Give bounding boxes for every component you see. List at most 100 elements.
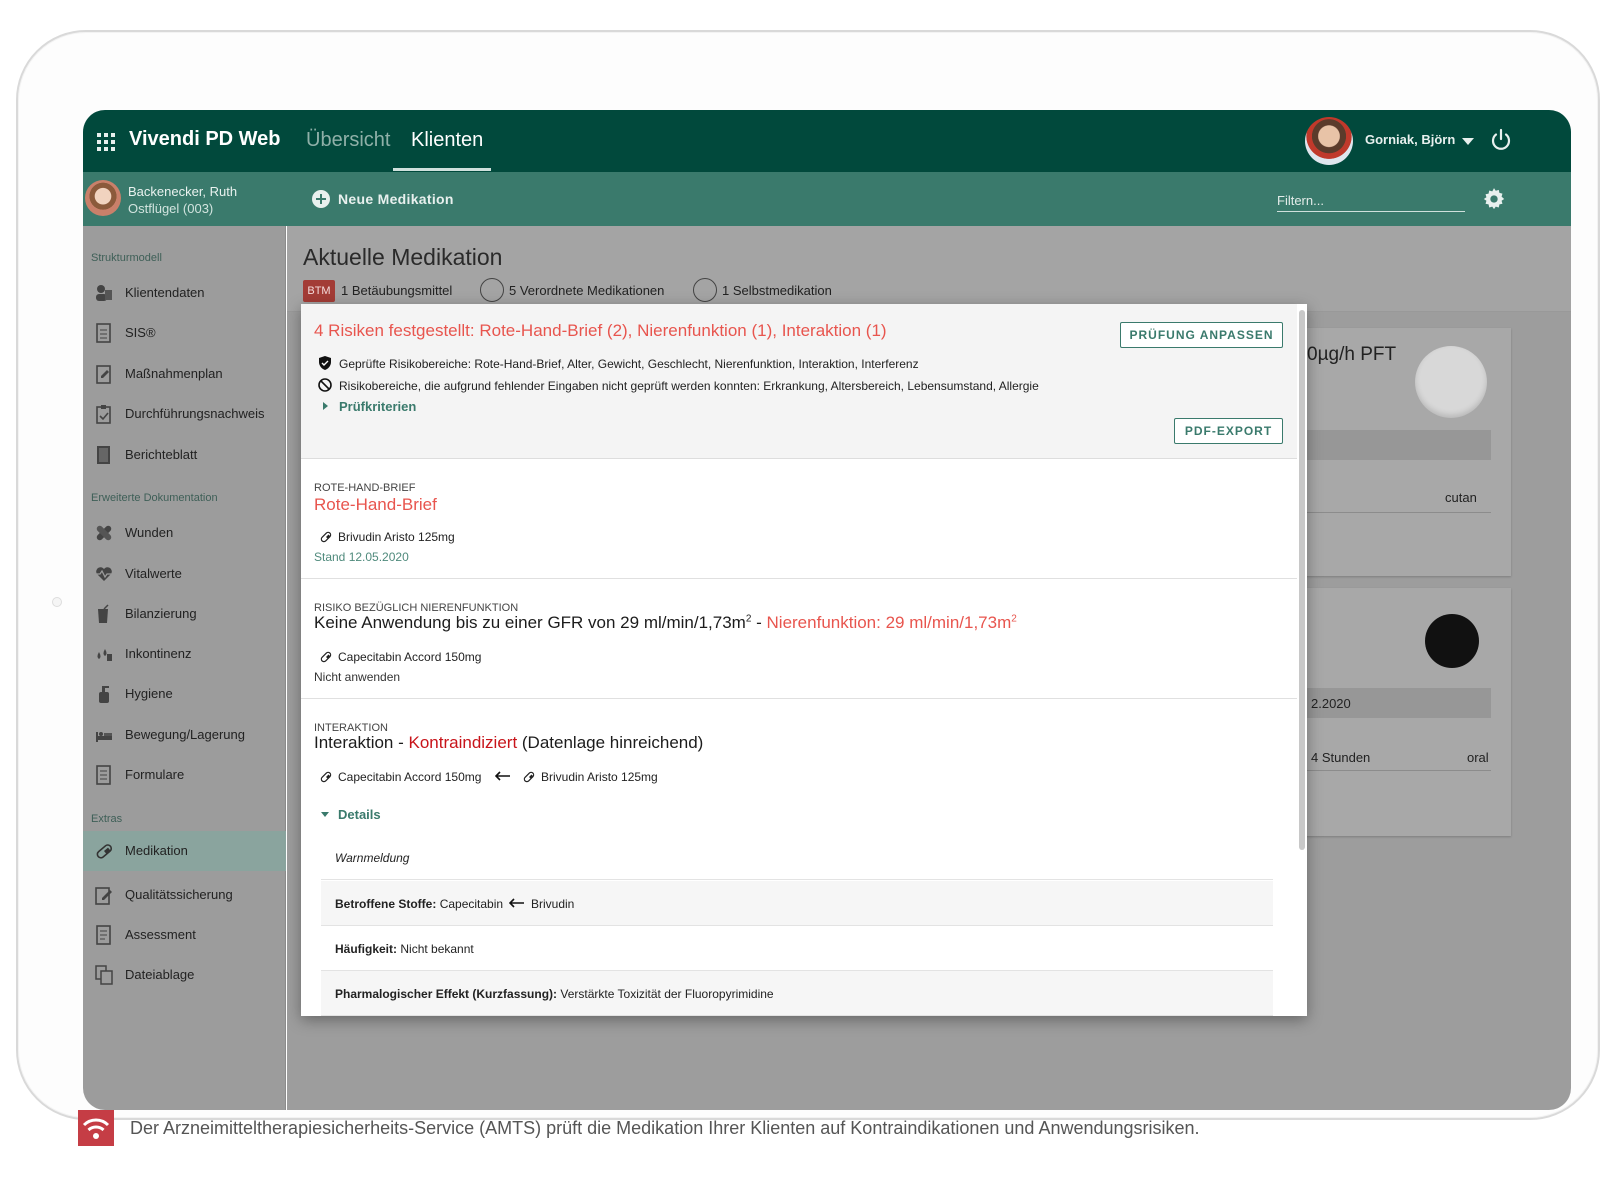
sidebar-item-bewegung-lagerung[interactable]: Bewegung/Lagerung: [83, 715, 286, 755]
detail-value: Capecitabin: [439, 897, 504, 911]
card-divider: [1307, 512, 1491, 513]
patient-unit: Ostflügel (003): [128, 201, 214, 216]
sidebar-item-vitalwerte[interactable]: Vitalwerte: [83, 554, 286, 594]
top-bar: Vivendi PD Web Übersicht Klienten Gornia…: [83, 110, 1571, 172]
sidebar-item-klientendaten[interactable]: Klientendaten: [83, 273, 286, 313]
drug-name: Brivudin Aristo 125mg: [541, 770, 658, 784]
pill-icon: [320, 531, 332, 543]
detail-value: Verstärkte Toxizität der Fluoropyrimidin…: [560, 987, 774, 1001]
expand-right-icon[interactable]: [323, 402, 328, 410]
superscript: 2: [1011, 613, 1017, 625]
tablet-frame: Vivendi PD Web Übersicht Klienten Gornia…: [16, 30, 1600, 1120]
sidebar-item-bilanzierung[interactable]: Bilanzierung: [83, 594, 286, 634]
risk-title: 4 Risiken festgestellt: Rote-Hand-Brief …: [314, 321, 887, 340]
droplets-icon: [97, 649, 112, 661]
pill-image: [1425, 614, 1479, 668]
sidebar-item-massnahmenplan[interactable]: Maßnahmenplan: [83, 354, 286, 394]
sidebar-item-label: Bilanzierung: [125, 606, 197, 621]
risk-title: Interaktion - Kontraindiziert (Datenlage…: [314, 733, 703, 753]
criteria-toggle[interactable]: Prüfkriterien: [339, 399, 416, 414]
risk-title: Keine Anwendung bis zu einer GFR von 29 …: [314, 613, 1017, 633]
sidebar-item-label: Berichteblatt: [125, 447, 198, 462]
drug-name: Brivudin Aristo 125mg: [338, 530, 455, 544]
power-icon[interactable]: [1489, 128, 1513, 152]
sidebar-item-dateiablage[interactable]: Dateiablage: [83, 955, 286, 995]
btm-badge: BTM: [303, 280, 335, 302]
client-data-icon: [96, 285, 112, 301]
tablet-camera: [52, 597, 62, 607]
adjust-check-button[interactable]: PRÜFUNG ANPASSEN: [1120, 322, 1283, 348]
card-title: 0µg/h PFT: [1307, 344, 1397, 365]
user-name[interactable]: Gorniak, Björn: [1365, 132, 1455, 147]
sidebar-item-durchfuehrungsnachweis[interactable]: Durchführungsnachweis: [83, 394, 286, 434]
sidebar: Strukturmodell Klientendaten SIS® Maßnah…: [83, 226, 286, 1110]
self-medication-count[interactable]: 1 Selbstmedikation: [722, 283, 832, 298]
scrollbar[interactable]: [1299, 310, 1305, 850]
sidebar-item-sis[interactable]: SIS®: [83, 313, 286, 353]
card-bar: [1307, 430, 1491, 460]
stand-date: Stand 12.05.2020: [314, 550, 409, 564]
drug-name: Capecitabin Accord 150mg: [338, 650, 482, 664]
sidebar-item-wunden[interactable]: Wunden: [83, 513, 286, 553]
plan-edit-icon: [96, 365, 111, 384]
unchecked-areas-text: Risikobereiche, die aufgrund fehlender E…: [339, 379, 1039, 393]
assessment-icon: [96, 925, 111, 945]
form-icon: [96, 765, 111, 785]
sidebar-item-formulare[interactable]: Formulare: [83, 755, 286, 795]
sidebar-item-assessment[interactable]: Assessment: [83, 915, 286, 955]
app-grid-icon[interactable]: [97, 133, 115, 151]
sidebar-item-label: Qualitätssicherung: [125, 887, 233, 902]
medication-card[interactable]: 0µg/h PFT cutan: [1297, 328, 1511, 576]
risk-title-main: Interaktion -: [314, 733, 409, 752]
quality-edit-icon: [95, 887, 112, 905]
bandage-icon: [96, 525, 112, 541]
chevron-down-icon[interactable]: [321, 812, 329, 817]
app-title: Vivendi PD Web: [129, 128, 281, 150]
document-icon: [96, 323, 111, 343]
card-route: oral: [1467, 750, 1489, 765]
gear-icon[interactable]: [1481, 186, 1507, 212]
bed-icon: [96, 732, 112, 742]
sidebar-item-label: Bewegung/Lagerung: [125, 727, 245, 742]
detail-content: Pharmalogischer Effekt (Kurzfassung): Ve…: [335, 987, 774, 1001]
card-date: 2.2020: [1311, 696, 1351, 711]
sidebar-item-label: Vitalwerte: [125, 566, 182, 581]
medication-card[interactable]: 2.2020 4 Stunden oral: [1297, 588, 1511, 836]
detail-value-2: Brivudin: [531, 897, 575, 911]
patient-header[interactable]: Backenecker, Ruth Ostflügel (003): [83, 172, 286, 226]
soap-dispenser-icon: [99, 686, 109, 703]
sidebar-item-label: Maßnahmenplan: [125, 366, 223, 381]
user-menu-caret-icon[interactable]: [1462, 138, 1474, 145]
amts-service-icon: [78, 1110, 114, 1146]
patient-name: Backenecker, Ruth: [128, 184, 238, 199]
add-circle-icon[interactable]: [312, 190, 330, 208]
sidebar-item-qualitaetssicherung[interactable]: Qualitätssicherung: [83, 875, 286, 915]
user-avatar[interactable]: [1305, 117, 1353, 165]
detail-row-effect: Pharmalogischer Effekt (Kurzfassung): Ve…: [321, 971, 1273, 1016]
tab-uebersicht[interactable]: Übersicht: [306, 129, 390, 152]
arrow-left-icon: [509, 898, 524, 908]
risk-summary: 4 Risiken festgestellt: Rote-Hand-Brief …: [301, 304, 1297, 459]
sidebar-item-label: Inkontinenz: [125, 646, 192, 661]
details-toggle[interactable]: Details: [338, 807, 381, 822]
pdf-export-button[interactable]: PDF-EXPORT: [1174, 418, 1283, 444]
sidebar-item-medikation[interactable]: Medikation: [83, 831, 286, 871]
risk-title-value: Nierenfunktion: 29 ml/min/1,73m: [766, 613, 1012, 632]
risk-section-interaktion: INTERAKTION Interaktion - Kontraindizier…: [301, 700, 1297, 1016]
title-separator: -: [751, 613, 767, 632]
prescribed-count[interactable]: 5 Verordnete Medikationen: [509, 283, 664, 298]
tab-klienten[interactable]: Klienten: [411, 129, 483, 152]
contraindicated-label: Kontraindiziert: [408, 733, 518, 752]
detail-content: Betroffene Stoffe: Capecitabin: [335, 897, 503, 911]
sidebar-item-berichteblatt[interactable]: Berichteblatt: [83, 435, 286, 475]
pill-circle-icon: [480, 278, 504, 302]
sidebar-section-strukturmodell: Strukturmodell: [91, 252, 162, 264]
risk-section-nierenfunktion: RISIKO BEZÜGLICH NIERENFUNKTION Keine An…: [301, 580, 1297, 699]
filter-input[interactable]: [1277, 190, 1465, 212]
btm-count[interactable]: 1 Betäubungsmittel: [341, 283, 452, 298]
sidebar-item-hygiene[interactable]: Hygiene: [83, 674, 286, 714]
sidebar-item-inkontinenz[interactable]: Inkontinenz: [83, 634, 286, 674]
new-medication-button[interactable]: Neue Medikation: [338, 191, 454, 207]
sidebar-item-label: Hygiene: [125, 686, 173, 701]
toolbar: Neue Medikation: [286, 172, 1571, 226]
